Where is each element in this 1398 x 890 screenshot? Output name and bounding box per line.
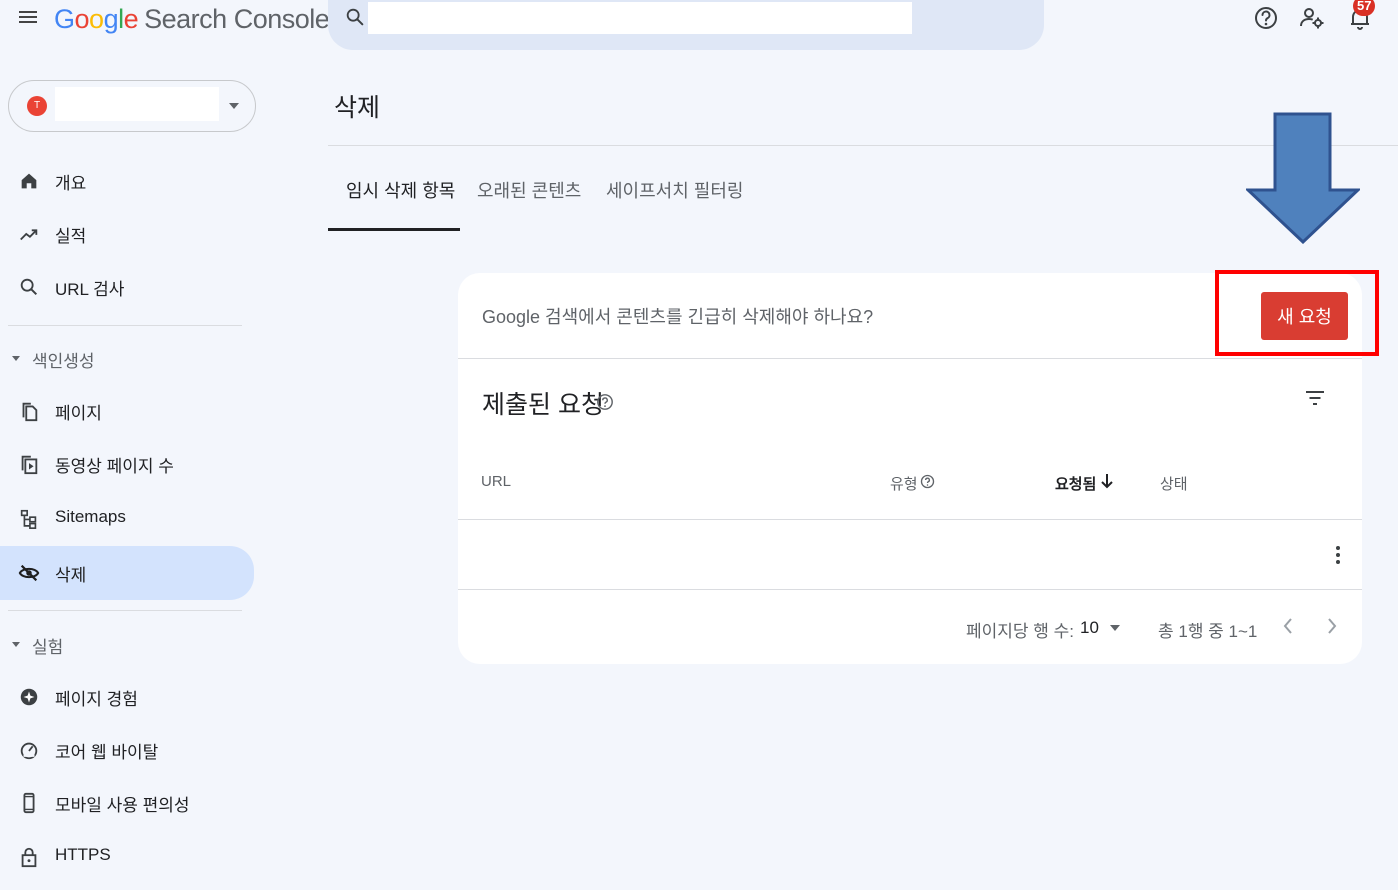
- column-header-requested[interactable]: 요청됨: [1055, 473, 1096, 494]
- search-input[interactable]: [368, 2, 912, 34]
- page-experience-icon: [20, 688, 38, 706]
- sort-descending-arrow-icon[interactable]: [1100, 473, 1114, 489]
- sidebar-item-https[interactable]: HTTPS: [0, 834, 254, 880]
- logo-letter: G: [54, 4, 75, 34]
- submitted-requests-title: 제출된 요청: [482, 391, 604, 419]
- more-options-icon[interactable]: [1326, 543, 1350, 571]
- home-icon: [21, 173, 37, 189]
- property-name: [55, 87, 219, 121]
- sidebar-item-removals[interactable]: 삭제: [0, 546, 254, 600]
- video-pages-icon: [21, 455, 38, 475]
- filter-icon[interactable]: [1304, 387, 1326, 409]
- column-header-url: URL: [481, 473, 512, 490]
- property-favicon-icon: T: [27, 96, 47, 116]
- sidebar-item-label: 모바일 사용 편의성: [55, 796, 190, 815]
- lock-icon: [21, 847, 37, 868]
- smartphone-icon: [23, 792, 35, 814]
- manage-users-settings-icon[interactable]: [1298, 4, 1326, 32]
- search-bar: [328, 0, 1044, 50]
- pages-icon: [22, 402, 38, 422]
- annotation-highlight-box: [1215, 270, 1379, 356]
- sidebar-item-page-experience[interactable]: 페이지 경험: [0, 674, 254, 720]
- logo-letter: g: [103, 4, 119, 34]
- logo-letter: e: [123, 4, 139, 34]
- sidebar-item-url-inspection[interactable]: URL 검사: [0, 264, 254, 310]
- tab-safesearch-filtering[interactable]: 세이프서치 필터링: [606, 177, 743, 203]
- sidebar-item-video-pages[interactable]: 동영상 페이지 수: [0, 441, 254, 487]
- hamburger-menu-icon[interactable]: [16, 8, 40, 32]
- tab-temporary-removals[interactable]: 임시 삭제 항목: [346, 177, 455, 203]
- visibility-off-icon: [18, 564, 40, 582]
- rows-per-page-select[interactable]: 10: [1078, 613, 1128, 641]
- sidebar-item-pages[interactable]: 페이지: [0, 388, 254, 434]
- help-icon[interactable]: [596, 393, 614, 411]
- page-title: 삭제: [334, 94, 381, 122]
- sidebar-item-label: 페이지 경험: [55, 690, 138, 709]
- dropdown-caret-icon: [1110, 625, 1120, 631]
- collapse-arrow-icon: [12, 356, 20, 361]
- card-divider: [458, 358, 1362, 359]
- property-selector[interactable]: T: [8, 80, 256, 132]
- rows-per-page-value: 10: [1080, 618, 1099, 637]
- sidebar-item-label: 개요: [55, 174, 87, 193]
- search-icon: [20, 278, 38, 296]
- help-icon[interactable]: [920, 474, 935, 489]
- google-search-console-logo[interactable]: Google Search Console: [54, 4, 330, 35]
- tab-outdated-content[interactable]: 오래된 콘텐츠: [477, 177, 581, 203]
- sidebar-item-label: 실적: [55, 227, 87, 246]
- logo-letter: o: [89, 4, 104, 34]
- sidebar-item-label: 삭제: [55, 566, 87, 585]
- sidebar-section-label: 실험: [32, 638, 64, 657]
- sidebar-item-label: 코어 웹 바이탈: [55, 743, 159, 762]
- sidebar-divider: [8, 325, 242, 326]
- collapse-arrow-icon: [12, 642, 20, 647]
- trending-up-icon: [20, 229, 38, 241]
- sitemap-icon: [20, 509, 37, 529]
- logo-letter: o: [74, 4, 90, 34]
- product-name: Search Console: [144, 4, 330, 34]
- search-icon[interactable]: [344, 6, 366, 28]
- sidebar-item-mobile-usability[interactable]: 모바일 사용 편의성: [0, 780, 254, 826]
- rows-per-page-label: 페이지당 행 수:: [966, 622, 1075, 641]
- sidebar-item-label: HTTPS: [55, 845, 111, 864]
- sidebar-item-label: 페이지: [55, 404, 102, 423]
- pagination-range: 총 1행 중 1~1: [1158, 622, 1258, 641]
- sidebar-item-core-web-vitals[interactable]: 코어 웹 바이탈: [0, 727, 254, 773]
- table-footer-divider: [458, 589, 1362, 590]
- column-header-status: 상태: [1160, 476, 1188, 493]
- column-header-type: 유형: [890, 476, 918, 493]
- sidebar-item-label: URL 검사: [55, 280, 125, 299]
- sidebar-item-label: 동영상 페이지 수: [55, 457, 174, 476]
- table-row: [458, 520, 1362, 589]
- sidebar-item-sitemaps[interactable]: Sitemaps: [0, 496, 254, 542]
- sidebar-section-label: 색인생성: [32, 352, 95, 371]
- help-icon[interactable]: [1252, 4, 1280, 32]
- speed-gauge-icon: [20, 742, 38, 760]
- top-app-bar: Google Search Console 57: [0, 0, 1398, 60]
- sidebar-item-performance[interactable]: 실적: [0, 211, 254, 257]
- sidebar-item-label: Sitemaps: [55, 507, 126, 526]
- sidebar-divider: [8, 610, 242, 611]
- next-page-chevron-icon[interactable]: [1320, 613, 1344, 639]
- sidebar-item-overview[interactable]: 개요: [0, 158, 254, 204]
- dropdown-caret-icon: [229, 103, 239, 109]
- active-tab-indicator: [328, 228, 460, 231]
- urgent-removal-question: Google 검색에서 콘텐츠를 긴급히 삭제해야 하나요?: [482, 307, 874, 327]
- annotation-down-arrow-icon: [1246, 112, 1360, 244]
- title-divider: [328, 145, 1398, 146]
- previous-page-chevron-icon[interactable]: [1276, 613, 1300, 639]
